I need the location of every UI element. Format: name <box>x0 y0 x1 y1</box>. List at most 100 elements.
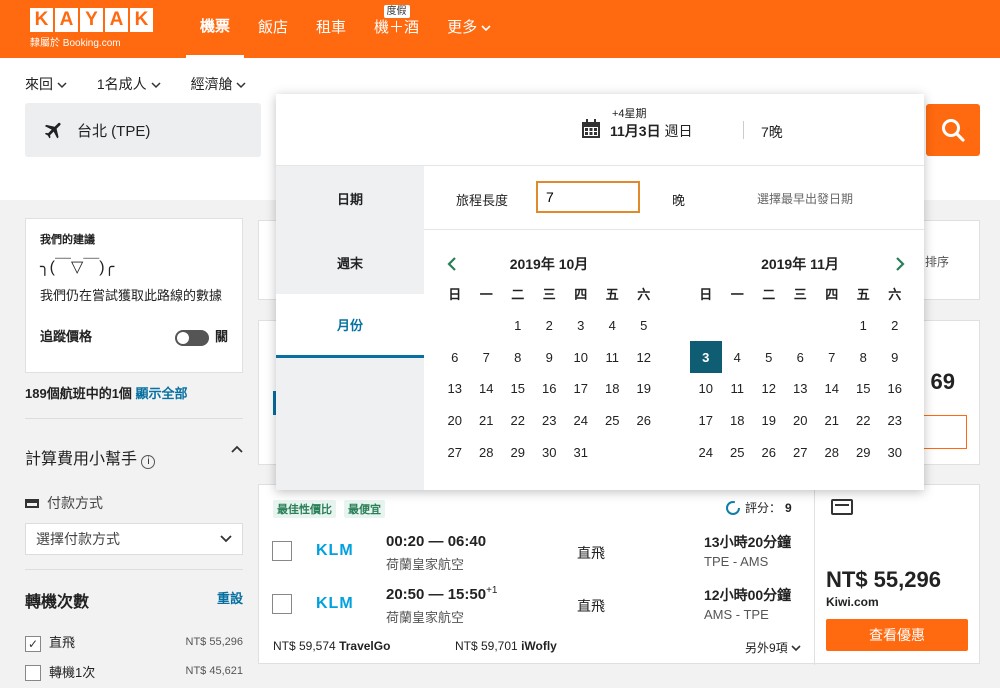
calendar-day-selected[interactable]: 3 <box>690 341 722 374</box>
calendar-day[interactable]: 14 <box>816 373 848 405</box>
tab-weekends[interactable]: 週末 <box>276 230 424 294</box>
calendar-day[interactable]: 2 <box>879 310 911 342</box>
nav-hotels[interactable]: 飯店 <box>244 0 302 58</box>
calendar-day[interactable]: 26 <box>753 436 785 468</box>
calendar-day[interactable]: 8 <box>848 341 880 373</box>
travelers-select[interactable]: 1名成人 <box>97 74 161 94</box>
calendar-day[interactable]: 24 <box>690 436 722 468</box>
calendar-day[interactable]: 19 <box>753 405 785 437</box>
calendar-day[interactable]: 15 <box>848 373 880 405</box>
calendar-day[interactable]: 9 <box>534 341 566 373</box>
calendar-day[interactable]: 2 <box>534 310 566 342</box>
nav-more[interactable]: 更多 <box>433 0 505 58</box>
trip-length-input[interactable] <box>536 181 640 213</box>
calendar-day[interactable]: 6 <box>439 341 471 373</box>
calendar-day[interactable]: 15 <box>502 373 534 405</box>
calendar-day[interactable]: 23 <box>879 405 911 437</box>
calendar-day[interactable]: 11 <box>722 373 754 405</box>
one-stop-checkbox[interactable] <box>25 665 41 682</box>
calendar-day[interactable]: 18 <box>722 405 754 437</box>
calendar-day[interactable]: 27 <box>439 436 471 468</box>
logo-subtitle: 隸屬於 Booking.com <box>30 38 121 49</box>
nav-cars[interactable]: 租車 <box>302 0 360 58</box>
cabin-select[interactable]: 經濟艙 <box>191 74 247 94</box>
calendar-day[interactable]: 11 <box>597 341 629 373</box>
calendar-day[interactable]: 21 <box>816 405 848 437</box>
calendar-day[interactable]: 17 <box>565 373 597 405</box>
calendar-day[interactable]: 22 <box>502 405 534 437</box>
flight-leg[interactable]: KLM 00:20 — 06:40 荷蘭皇家航空 直飛 13小時20分鐘 TPE - AM… <box>272 532 812 584</box>
calendar-day[interactable]: 29 <box>502 436 534 468</box>
calendar-day[interactable]: 23 <box>534 405 566 437</box>
flight-leg[interactable]: KLM 20:50 — 15:50+1 荷蘭皇家航空 直飛 12小時00分鐘 AMS - … <box>272 585 812 637</box>
calendar-day[interactable]: 28 <box>816 436 848 468</box>
calendar-day[interactable]: 27 <box>785 436 817 468</box>
tab-dates[interactable]: 日期 <box>276 166 424 230</box>
show-all-link[interactable]: 顯示全部 <box>136 386 188 401</box>
reset-link[interactable]: 重設 <box>217 588 243 612</box>
calendar-day[interactable]: 30 <box>534 436 566 468</box>
calendar-day[interactable]: 3 <box>565 310 597 342</box>
search-button[interactable] <box>926 104 980 156</box>
calendar-day[interactable]: 16 <box>534 373 566 405</box>
stop-option-one-stop[interactable]: 轉機1次 NT$ 45,621 <box>25 662 243 682</box>
calendar-day[interactable]: 12 <box>753 373 785 405</box>
trip-type-select[interactable]: 來回 <box>25 74 67 94</box>
kayak-logo[interactable]: KAYAK 隸屬於 Booking.com <box>30 8 158 49</box>
nav-flights[interactable]: 機票 <box>186 0 245 58</box>
alt-provider-1[interactable]: NT$ 59,574 TravelGo <box>273 639 390 653</box>
calendar-day[interactable]: 10 <box>565 341 597 373</box>
sort-label[interactable]: 排序 <box>925 253 949 270</box>
calendar-day[interactable]: 18 <box>597 373 629 405</box>
tab-months[interactable]: 月份 <box>276 294 424 358</box>
calendar-day[interactable]: 7 <box>471 341 503 373</box>
track-toggle[interactable] <box>174 329 209 346</box>
calendar-day[interactable]: 9 <box>879 341 911 373</box>
calendar-day[interactable]: 4 <box>722 341 754 373</box>
calendar-day[interactable]: 6 <box>785 341 817 373</box>
calendar-day[interactable]: 30 <box>879 436 911 468</box>
calendar-day[interactable]: 4 <box>597 310 629 342</box>
calendar-day[interactable]: 25 <box>722 436 754 468</box>
view-deal-button[interactable]: 查看優惠 <box>826 619 968 651</box>
calendar-day[interactable]: 1 <box>502 310 534 342</box>
alt-provider-2[interactable]: NT$ 59,701 iWofly <box>455 639 557 653</box>
calendar-day[interactable]: 13 <box>785 373 817 405</box>
calendar-day[interactable]: 7 <box>816 341 848 373</box>
payment-method-select[interactable]: 選擇付款方式 <box>25 523 243 555</box>
nights-count[interactable]: 7晚 <box>761 122 783 142</box>
calendar-day[interactable]: 8 <box>502 341 534 373</box>
header-divider <box>743 121 744 139</box>
nav-packages[interactable]: 度假 機＋酒 <box>360 0 433 58</box>
direct-checkbox[interactable]: ✓ <box>25 635 41 652</box>
more-providers[interactable]: 另外9項 <box>745 639 801 656</box>
fee-calculator-header[interactable]: 計算費用小幫手 i <box>25 445 243 469</box>
calendar-day[interactable]: 17 <box>690 405 722 437</box>
calendar-day[interactable]: 29 <box>848 436 880 468</box>
calendar-day[interactable]: 31 <box>565 436 597 468</box>
calendar-day[interactable]: 25 <box>597 405 629 437</box>
calendar-day[interactable]: 16 <box>879 373 911 405</box>
calendar-day[interactable]: 12 <box>628 341 660 373</box>
calendar-day[interactable]: 13 <box>439 373 471 405</box>
calendar-day[interactable]: 1 <box>848 310 880 342</box>
calendar-day[interactable]: 5 <box>628 310 660 342</box>
selected-date[interactable]: 11月3日 週日 <box>610 121 692 141</box>
calendar-day[interactable]: 19 <box>628 373 660 405</box>
hidden-deal-button[interactable] <box>917 415 967 449</box>
calendar-day[interactable]: 28 <box>471 436 503 468</box>
origin-field[interactable]: 台北 (TPE) <box>25 103 261 157</box>
stop-option-direct[interactable]: ✓ 直飛 NT$ 55,296 <box>25 632 243 652</box>
calendar-day[interactable]: 5 <box>753 341 785 373</box>
calendar-day[interactable]: 21 <box>471 405 503 437</box>
leg-checkbox[interactable] <box>272 594 292 614</box>
leg-checkbox[interactable] <box>272 541 292 561</box>
calendar-day[interactable]: 26 <box>628 405 660 437</box>
calendar-day[interactable]: 20 <box>785 405 817 437</box>
calendar-day[interactable]: 10 <box>690 373 722 405</box>
calendar-day[interactable]: 24 <box>565 405 597 437</box>
calendar-day[interactable]: 14 <box>471 373 503 405</box>
leg-airline: 荷蘭皇家航空 <box>386 557 465 572</box>
calendar-day[interactable]: 22 <box>848 405 880 437</box>
calendar-day[interactable]: 20 <box>439 405 471 437</box>
